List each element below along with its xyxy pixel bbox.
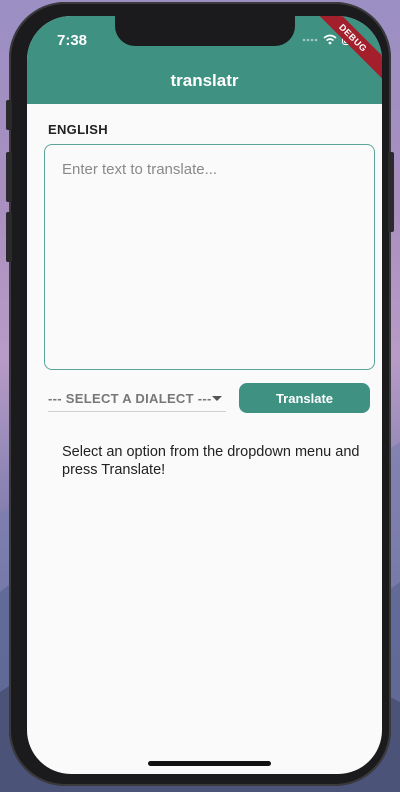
source-text-input[interactable] [44,144,375,370]
source-language-label: ENGLISH [48,122,108,137]
signal-icon [302,38,318,41]
translate-button[interactable]: Translate [239,383,370,413]
volume-down-button [6,212,12,262]
wifi-icon [323,34,337,45]
status-time: 7:38 [57,32,88,49]
home-indicator[interactable] [148,761,271,766]
power-button [388,152,394,232]
phone-frame: 7:38 DEBUG translatr ENGLISH Enter text … [6,2,394,786]
volume-up-button [6,152,12,202]
dropdown-caret-icon [212,396,222,401]
dialect-dropdown[interactable]: --- SELECT A DIALECT --- [48,386,226,412]
app-bar: 7:38 DEBUG translatr [27,16,382,104]
mute-switch [6,100,12,130]
app-title: translatr [170,71,239,90]
notch [115,16,295,46]
app-screen: 7:38 DEBUG translatr ENGLISH Enter text … [27,16,382,774]
dialect-selected-value: --- SELECT A DIALECT --- [48,391,212,406]
output-message: Select an option from the dropdown menu … [62,444,360,478]
